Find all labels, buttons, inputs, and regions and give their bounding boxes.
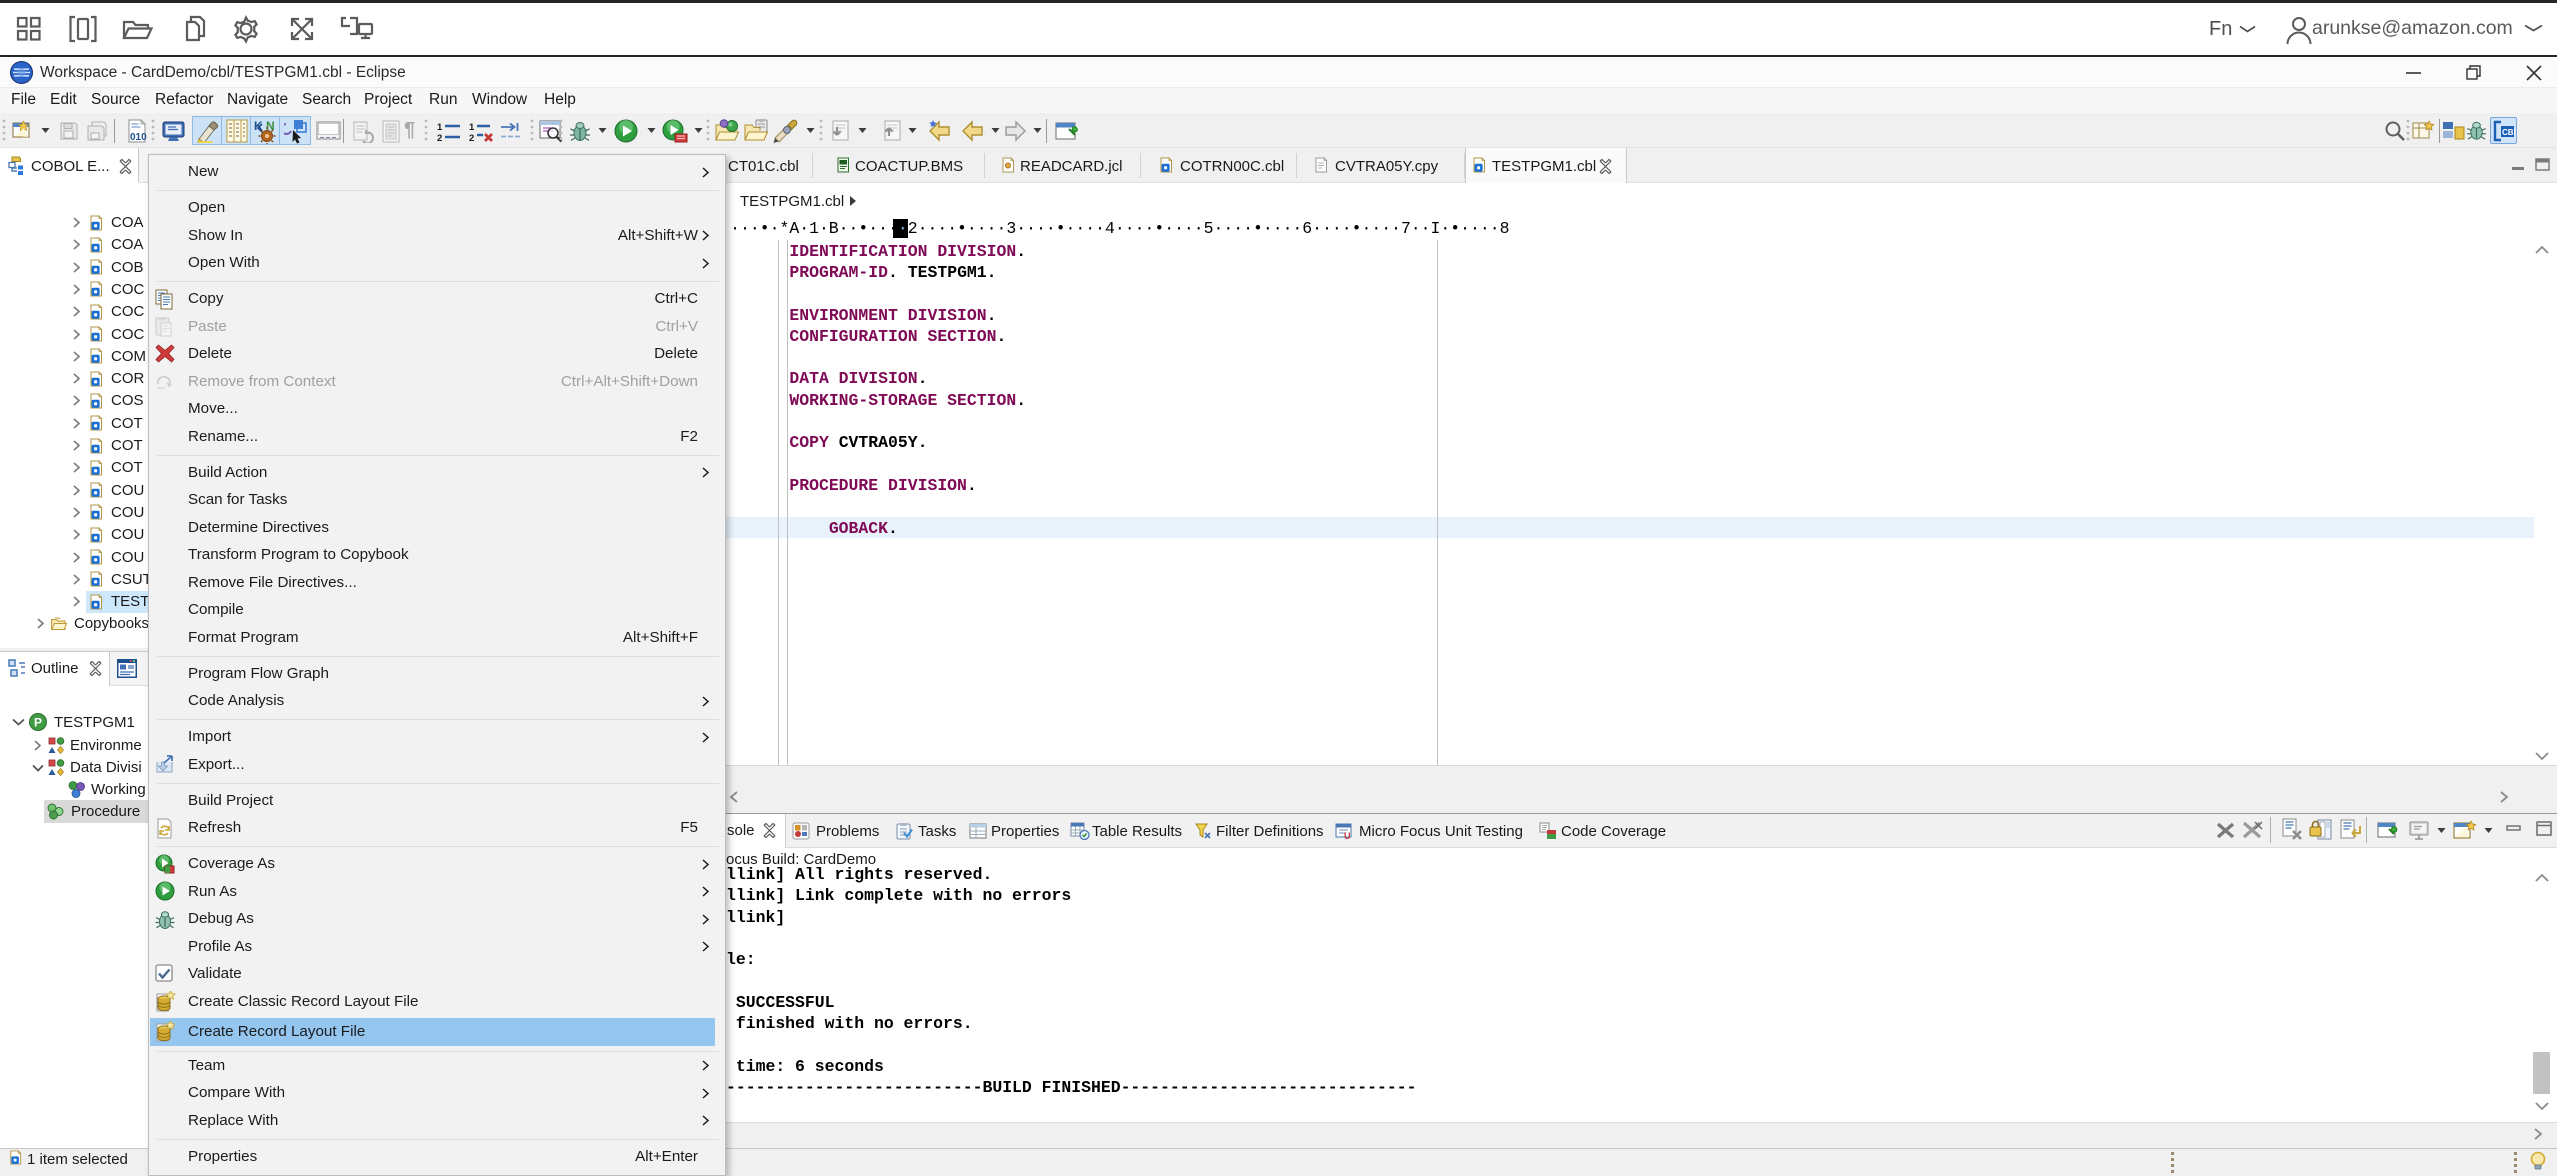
svg-text:CBL: CBL (2502, 128, 2515, 137)
svg-text:U: U (1344, 831, 1351, 840)
svg-text:2: 2 (437, 133, 442, 142)
svg-text:010: 010 (130, 132, 147, 143)
svg-text:1: 1 (437, 122, 443, 133)
svg-text:P: P (34, 716, 42, 730)
svg-text:2: 2 (469, 133, 474, 142)
svg-text:1: 1 (469, 122, 475, 133)
